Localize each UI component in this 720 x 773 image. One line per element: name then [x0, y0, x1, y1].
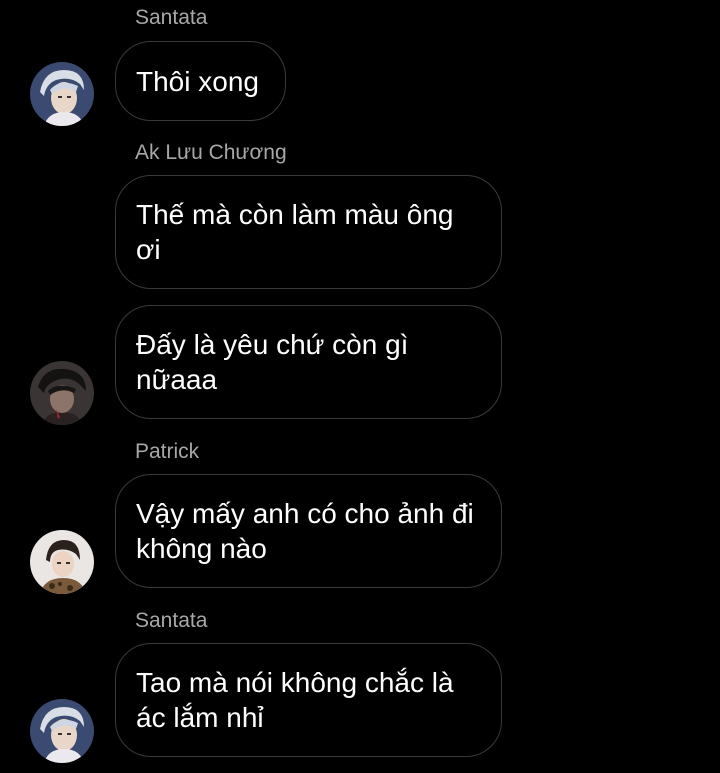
message-bubble[interactable]: Thế mà còn làm màu ông ơi	[115, 175, 502, 289]
message-bubble[interactable]: Vậy mấy anh có cho ảnh đi không nào	[115, 474, 502, 588]
message-text: Thế mà còn làm màu ông ơi	[136, 199, 454, 265]
avatar-ak-luu-chuong-icon[interactable]	[30, 361, 94, 425]
message-bubble[interactable]: Tao mà nói không chắc là ác lắm nhỉ	[115, 643, 502, 757]
sender-name: Santata	[135, 609, 208, 632]
avatar-santata-icon[interactable]	[30, 699, 94, 763]
avatar-santata-icon[interactable]	[30, 62, 94, 126]
sender-name: Patrick	[135, 440, 200, 463]
message-text: Đấy là yêu chứ còn gì nữaaa	[136, 329, 409, 395]
message-bubble[interactable]: Thôi xong	[115, 41, 286, 121]
sender-name: Santata	[135, 6, 208, 29]
sender-name: Ak Lưu Chương	[135, 141, 287, 164]
message-text: Thôi xong	[136, 65, 259, 97]
message-text: Vậy mấy anh có cho ảnh đi không nào	[136, 498, 474, 564]
message-text: Tao mà nói không chắc là ác lắm nhỉ	[136, 667, 454, 733]
message-bubble[interactable]: Đấy là yêu chứ còn gì nữaaa	[115, 305, 502, 419]
avatar-patrick-icon[interactable]	[30, 530, 94, 594]
